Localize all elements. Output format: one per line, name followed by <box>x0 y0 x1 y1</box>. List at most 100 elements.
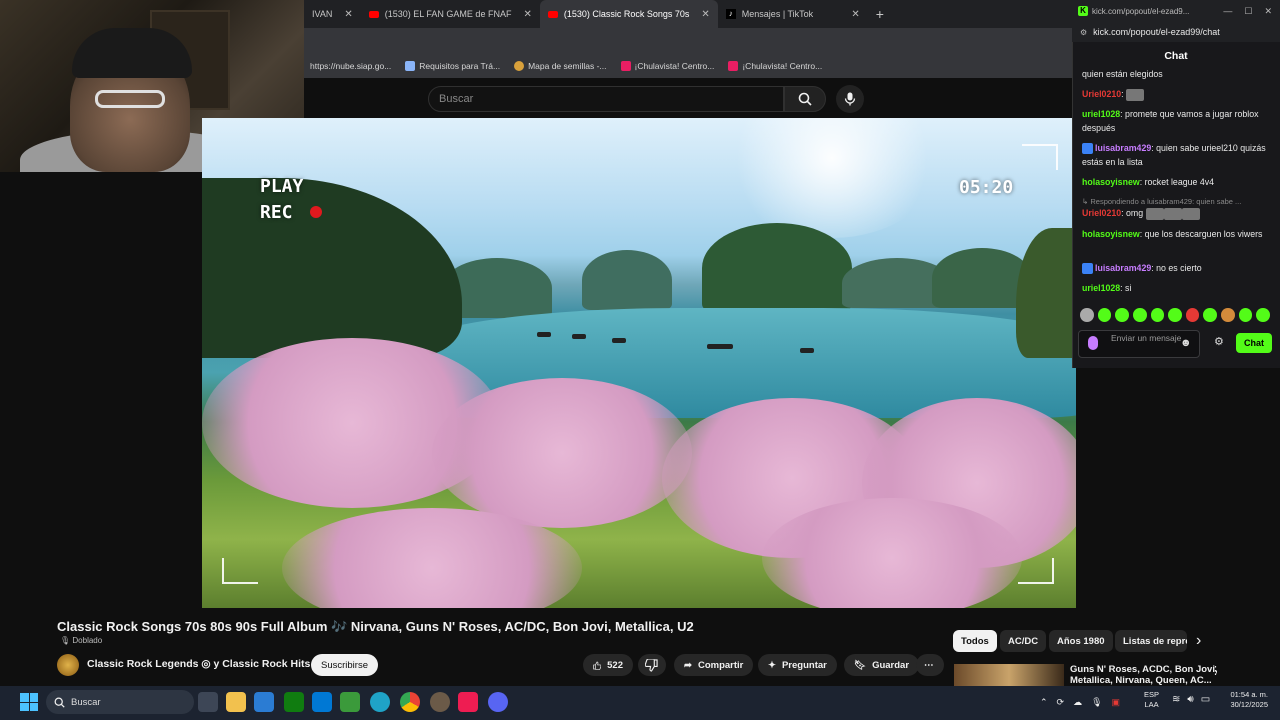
file-explorer-icon[interactable] <box>226 692 246 712</box>
bookmark-item[interactable]: Mapa de semillas -... <box>514 61 607 71</box>
emote-icon[interactable] <box>1185 308 1200 322</box>
microphone-icon[interactable]: 🎙︎ <box>1091 697 1102 708</box>
clock-date: 30/12/2025 <box>1230 700 1268 709</box>
chat-username[interactable]: luisabram429 <box>1095 143 1151 153</box>
emote-icon[interactable] <box>1238 308 1253 322</box>
minimize-icon[interactable]: — <box>1223 6 1232 17</box>
recommended-thumbnail[interactable] <box>954 664 1064 686</box>
cloud-icon[interactable]: ☁ <box>1073 697 1082 708</box>
tab-1[interactable]: (1530) EL FAN GAME de FNAF ✕ <box>361 0 540 28</box>
boat <box>572 334 586 339</box>
discord-icon[interactable] <box>488 692 508 712</box>
message-text: si <box>1125 283 1132 293</box>
save-button[interactable]: 🔖︎ Guardar <box>844 654 920 676</box>
language-indicator[interactable]: ESP LAA <box>1144 690 1159 710</box>
share-button[interactable]: ➦ Compartir <box>674 654 754 676</box>
chip-anos-1980[interactable]: Años 1980 <box>1049 630 1113 652</box>
emote-icon[interactable] <box>1080 308 1094 322</box>
gear-icon[interactable]: ⚙ <box>1214 336 1226 348</box>
kebab-menu-icon[interactable]: ⋮ <box>1210 664 1221 677</box>
record-dot-icon <box>310 206 322 218</box>
chevron-up-icon[interactable]: ⌃ <box>1040 697 1048 708</box>
tab-label: (1530) EL FAN GAME de FNAF <box>384 9 512 19</box>
recording-icon[interactable]: ▣ <box>1112 697 1121 708</box>
tab-2[interactable]: (1530) Classic Rock Songs 70s ✕ <box>539 0 718 28</box>
microphone-icon[interactable] <box>1088 336 1098 350</box>
chat-username[interactable]: luisabram429 <box>1095 263 1151 273</box>
xbox-icon[interactable] <box>284 692 304 712</box>
windows-start-icon[interactable] <box>20 693 38 711</box>
chip-listas[interactable]: Listas de repro <box>1115 630 1187 652</box>
chip-acdc[interactable]: AC/DC <box>1000 630 1047 652</box>
more-actions-button[interactable]: ⋯ <box>916 654 944 676</box>
chat-username[interactable]: uriel1028 <box>1082 283 1120 293</box>
subscribe-button[interactable]: Suscribirse <box>311 654 378 676</box>
emote-icon[interactable] <box>1115 308 1129 322</box>
emote-icon[interactable] <box>1132 308 1147 322</box>
bookmark-item[interactable]: Requisitos para Trá... <box>405 61 500 71</box>
channel-avatar[interactable] <box>57 654 79 676</box>
bookmark-item[interactable]: ¡Chulavista! Centro... <box>620 61 714 71</box>
lang-line1: ESP <box>1144 690 1160 699</box>
emote-icon[interactable] <box>1256 308 1271 322</box>
chat-username[interactable]: holasoyisnew <box>1082 177 1140 187</box>
close-tab-icon[interactable]: ✕ <box>523 9 531 20</box>
taskbar-search[interactable]: Buscar <box>46 690 194 714</box>
voice-search-button[interactable] <box>836 85 864 113</box>
bookmark-label: Requisitos para Trá... <box>419 61 501 71</box>
emote-icon[interactable] <box>1168 308 1182 322</box>
chat-username[interactable]: holasoyisnew <box>1082 229 1140 239</box>
bookmark-item[interactable]: ¡Chulavista! Centro... <box>728 61 822 71</box>
recommended-title[interactable]: Guns N' Roses, ACDC, Bon Jovi, Metallica… <box>1070 664 1218 686</box>
emote-icon[interactable] <box>1203 308 1218 322</box>
close-tab-icon[interactable]: ✕ <box>344 9 352 20</box>
dislike-button[interactable] <box>638 654 666 676</box>
chat-address-bar[interactable]: ⚙ kick.com/popout/el-ezad99/chat <box>1072 22 1280 42</box>
streamer-glasses <box>95 90 165 108</box>
chrome-icon[interactable] <box>400 692 420 712</box>
channel-name[interactable]: Classic Rock Legends ◎ y Classic Rock Hi… <box>87 658 310 670</box>
ask-button[interactable]: ✦ Preguntar <box>758 654 837 676</box>
chat-username[interactable]: Uriel0210 <box>1082 89 1121 99</box>
bookmark-item[interactable]: https://nube.siap.go... <box>310 61 391 71</box>
boat <box>612 338 626 343</box>
close-tab-icon[interactable]: ✕ <box>851 9 859 20</box>
task-view-icon[interactable] <box>198 692 218 712</box>
chat-send-button[interactable]: Chat <box>1236 333 1272 353</box>
share-label: Compartir <box>697 659 744 671</box>
search-button[interactable] <box>784 86 826 112</box>
emoji-icon[interactable]: ☻ <box>1180 337 1192 349</box>
dubbed-badge: 🎙 Doblado <box>60 636 102 645</box>
like-button[interactable]: 522 <box>583 654 633 676</box>
sync-icon[interactable]: ⟳ <box>1057 697 1065 708</box>
search-input[interactable]: Buscar <box>428 86 784 112</box>
chevron-right-icon[interactable]: › <box>1196 632 1201 650</box>
kick-logo-icon: K <box>1078 6 1088 16</box>
close-icon[interactable]: ✕ <box>1264 6 1272 17</box>
mail-icon[interactable] <box>312 692 332 712</box>
network-volume-battery[interactable]: ≋ 🔊︎ ▭ <box>1172 694 1210 705</box>
emote-bar <box>1080 308 1271 324</box>
chat-username[interactable]: uriel1028 <box>1082 109 1120 119</box>
close-tab-icon[interactable]: ✕ <box>701 9 709 20</box>
bookmark-icon: 🔖︎ <box>854 659 867 671</box>
emote-icon[interactable] <box>1150 308 1165 322</box>
site-settings-icon: ⚙ <box>1080 27 1088 37</box>
new-tab-button[interactable]: + <box>868 0 892 28</box>
video-player[interactable]: PLAY REC 05:20 <box>202 118 1076 608</box>
app-icon[interactable] <box>340 692 360 712</box>
taskbar-clock[interactable]: 01:54 a. m. 30/12/2025 <box>1222 690 1268 710</box>
chip-todos[interactable]: Todos <box>953 630 997 652</box>
bookmark-label: ¡Chulavista! Centro... <box>742 61 823 71</box>
chat-username[interactable]: Uriel0210 <box>1082 208 1121 218</box>
tiktok-icon[interactable] <box>458 692 478 712</box>
edge-icon[interactable] <box>370 692 390 712</box>
tab-3[interactable]: ♪ Mensajes | TikTok ✕ <box>718 0 868 28</box>
app-icon[interactable] <box>430 692 450 712</box>
maximize-icon[interactable]: ☐ <box>1244 6 1252 17</box>
emote-icon[interactable] <box>1221 308 1235 322</box>
battery-icon: ▭ <box>1200 694 1211 705</box>
emote-icon[interactable] <box>1097 308 1112 322</box>
tab-0[interactable]: IVAN ✕ <box>304 0 361 28</box>
store-icon[interactable] <box>254 692 274 712</box>
